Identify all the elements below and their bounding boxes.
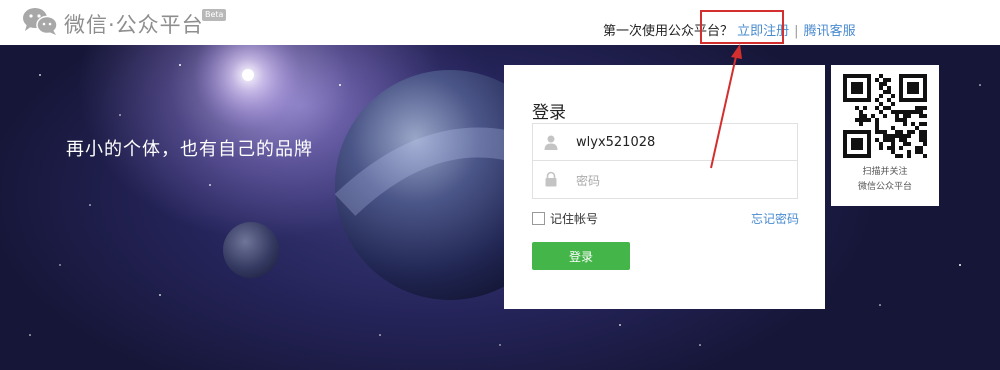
beta-badge: Beta [202,9,227,21]
forgot-password-link[interactable]: 忘记密码 [751,210,799,227]
qr-caption-line1: 扫描并关注 [862,167,908,177]
username-field[interactable]: wlyx521028 [532,123,798,161]
support-link[interactable]: 腾讯客服 [804,24,856,39]
login-title: 登录 [532,103,566,123]
login-button[interactable]: 登录 [532,242,630,270]
link-separator: | [794,24,799,39]
qr-panel: 扫描并关注 微信公众平台 [831,65,939,206]
slogan: 再小的个体，也有自己的品牌 [66,139,313,160]
moon [223,222,279,278]
brand-name: 微信·公众平台 [64,13,204,37]
qr-code-icon [843,74,927,158]
password-placeholder[interactable]: 密码 [576,172,600,189]
password-field[interactable]: 密码 [532,161,798,199]
user-icon [544,135,558,150]
register-highlight-box [700,10,784,44]
wechat-bubbles-icon [23,8,58,35]
remember-label: 记住帐号 [550,212,599,226]
remember-checkbox[interactable] [532,212,545,225]
lock-icon [545,171,557,187]
remember-account[interactable]: 记住帐号 [532,210,598,227]
username-value[interactable]: wlyx521028 [576,135,655,150]
qr-caption-line2: 微信公众平台 [857,182,912,192]
top-bar: 微信·公众平台 Beta 第一次使用公众平台？ 立即注册 | 腾讯客服 [0,0,1000,45]
login-panel: 登录 wlyx521028 密码 记住帐号 忘记密码 登录 [504,65,825,309]
